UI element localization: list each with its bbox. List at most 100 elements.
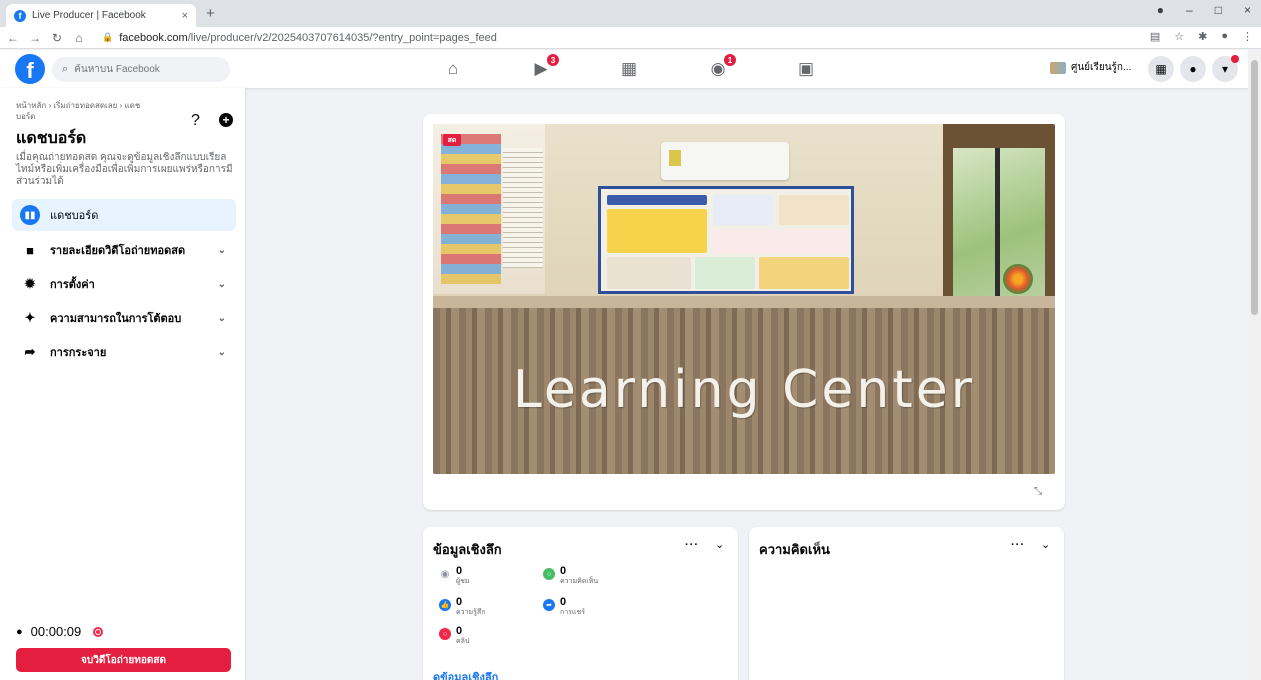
eye-icon: ◉ bbox=[439, 568, 451, 580]
page-profile-chip[interactable]: ศูนย์เรียนรู้ก... bbox=[1050, 60, 1131, 75]
sidebar-item-live-video-details[interactable]: ■ รายละเอียดวิดีโอถ่ายทอดสด ⌄ bbox=[12, 234, 236, 266]
back-arrow-icon[interactable]: ← bbox=[4, 31, 22, 45]
collapse-icon[interactable]: ⤡ bbox=[1034, 486, 1042, 497]
address-bar: ← → ↻ ⌂ 🔒 facebook.com /live/producer/v2… bbox=[0, 27, 1261, 49]
search-icon: ⌕ bbox=[62, 63, 69, 75]
bookmark-star-icon[interactable]: ☆ bbox=[1174, 30, 1184, 43]
facebook-logo-icon[interactable]: f bbox=[15, 54, 45, 84]
metric-viewers: ◉ 0 ผู้ชม bbox=[439, 565, 469, 587]
board-header bbox=[607, 195, 707, 205]
watch-notification-badge: 3 bbox=[547, 54, 559, 66]
timer-value: 00:00:09 bbox=[30, 624, 82, 639]
clock-icon: ● bbox=[16, 625, 23, 638]
sidebar-item-label: แดชบอร์ด bbox=[50, 210, 99, 222]
metric-reactions: 👍 0 ความรู้สึก bbox=[439, 596, 485, 618]
url-field[interactable]: 🔒 facebook.com /live/producer/v2/2025403… bbox=[102, 32, 497, 44]
chevron-down-icon: ⌄ bbox=[217, 244, 226, 256]
page-scrollbar[interactable] bbox=[1248, 50, 1261, 680]
url-path: /live/producer/v2/2025403707614035/?entr… bbox=[187, 31, 497, 44]
air-conditioner bbox=[661, 142, 789, 180]
video-preview-card: สด Learning Center ⤡ bbox=[423, 114, 1065, 510]
notifications-bell-icon[interactable]: ● bbox=[1180, 56, 1206, 82]
metric-label: ผู้ชม bbox=[456, 578, 470, 585]
sidebar-item-label: ความสามารถในการโต้ตอบ bbox=[50, 313, 182, 325]
facebook-favicon-icon: f bbox=[14, 9, 26, 22]
groups-nav-icon[interactable]: ◉ 1 bbox=[706, 54, 736, 80]
sidebar-item-settings[interactable]: ✹ การตั้งค่า ⌄ bbox=[12, 268, 236, 300]
watch-nav-icon[interactable]: ▶ 3 bbox=[529, 54, 559, 80]
metric-label: การแชร์ bbox=[560, 609, 585, 616]
video-camera-icon: ■ bbox=[26, 242, 34, 258]
board-poster bbox=[779, 195, 849, 225]
translate-icon[interactable]: ▤ bbox=[1150, 30, 1160, 43]
lock-icon: 🔒 bbox=[102, 32, 114, 42]
metric-comments: ○ 0 ความคิดเห็น bbox=[543, 565, 598, 587]
board-poster bbox=[713, 195, 773, 225]
view-insights-link[interactable]: ดูข้อมูลเชิงลึก bbox=[433, 668, 498, 680]
metric-value: 0 bbox=[560, 565, 567, 577]
maximize-button[interactable]: □ bbox=[1215, 3, 1222, 17]
marketplace-nav-icon[interactable]: ▦ bbox=[617, 58, 641, 80]
home-nav-icon[interactable]: ⌂ bbox=[441, 58, 465, 80]
reload-icon[interactable]: ↻ bbox=[48, 31, 66, 45]
window-frame bbox=[995, 148, 1000, 296]
sidebar-item-interactivity[interactable]: ✦ ความสามารถในการโต้ตอบ ⌄ bbox=[12, 302, 236, 334]
tab-title: Live Producer | Facebook bbox=[32, 10, 146, 21]
browser-toolbar-right: ▤ ☆ ✱ ● ⋮ bbox=[1150, 30, 1253, 43]
browser-tab[interactable]: f Live Producer | Facebook × bbox=[6, 4, 196, 27]
board-poster bbox=[607, 257, 691, 289]
sidebar-item-dashboard[interactable]: ▮▮ แดชบอร์ด bbox=[12, 199, 236, 231]
gaming-nav-icon[interactable]: ▣ bbox=[794, 58, 818, 80]
clip-icon: ○ bbox=[439, 628, 451, 640]
add-icon[interactable]: + bbox=[219, 113, 233, 127]
recording-indicator-icon bbox=[93, 626, 104, 637]
account-dropdown-icon[interactable]: ▾ bbox=[1212, 55, 1239, 82]
poster-text bbox=[503, 148, 543, 268]
minimize-button[interactable]: – bbox=[1186, 3, 1193, 17]
comments-card: ความคิดเห็น ··· ⌄ bbox=[749, 527, 1064, 680]
apps-menu-icon[interactable]: ▦ bbox=[1148, 56, 1174, 82]
more-options-icon[interactable]: ··· bbox=[1011, 539, 1025, 551]
forward-arrow-icon[interactable]: → bbox=[26, 31, 44, 45]
end-live-video-button[interactable]: จบวิดีโอถ่ายทอดสด bbox=[16, 648, 231, 672]
sidebar-item-label: รายละเอียดวิดีโอถ่ายทอดสด bbox=[50, 245, 186, 257]
breadcrumb[interactable]: หน้าหลัก › เริ่มถ่ายทอดสดเลย › แดชบอร์ด bbox=[16, 100, 156, 122]
help-icon[interactable]: ? bbox=[191, 112, 200, 130]
live-video-preview[interactable]: สด Learning Center bbox=[433, 124, 1055, 474]
home-icon[interactable]: ⌂ bbox=[70, 31, 88, 45]
notice-board bbox=[598, 186, 854, 294]
extensions-puzzle-icon[interactable]: ✱ bbox=[1198, 30, 1207, 43]
window bbox=[943, 124, 1055, 299]
search-box[interactable]: ⌕ bbox=[52, 57, 230, 82]
chevron-down-icon[interactable]: ⌄ bbox=[1041, 538, 1050, 551]
tab-close-icon[interactable]: × bbox=[182, 10, 188, 22]
wall-poster-left bbox=[433, 124, 545, 294]
chevron-down-icon: ⌄ bbox=[217, 346, 226, 358]
profile-icon[interactable]: ● bbox=[1157, 3, 1164, 17]
board-poster bbox=[695, 257, 755, 289]
comments-title: ความคิดเห็น bbox=[759, 542, 830, 557]
chevron-down-icon[interactable]: ⌄ bbox=[715, 538, 724, 551]
search-input[interactable] bbox=[74, 64, 205, 75]
more-options-icon[interactable]: ··· bbox=[685, 539, 699, 551]
browser-tab-strip: f Live Producer | Facebook × + ● – □ × bbox=[0, 0, 1261, 27]
metric-value: 0 bbox=[456, 565, 463, 577]
sidebar-item-distribution[interactable]: ➦ การกระจาย ⌄ bbox=[12, 336, 236, 368]
metric-value: 0 bbox=[456, 625, 463, 637]
close-window-button[interactable]: × bbox=[1244, 3, 1251, 17]
counter-sign-text: Learning Center bbox=[512, 360, 976, 420]
account-alert-dot bbox=[1231, 55, 1239, 63]
metric-clips: ○ 0 คลิป bbox=[439, 625, 469, 647]
metric-shares: ➦ 0 การแชร์ bbox=[543, 596, 585, 618]
groups-notification-badge: 1 bbox=[724, 54, 736, 66]
scrollbar-thumb[interactable] bbox=[1251, 60, 1258, 315]
browser-menu-icon[interactable]: ⋮ bbox=[1242, 30, 1253, 43]
metric-label: คลิป bbox=[456, 638, 470, 645]
profile-avatar-icon[interactable]: ● bbox=[1221, 30, 1228, 43]
share-icon: ➦ bbox=[543, 599, 555, 611]
page-avatar bbox=[1050, 61, 1066, 74]
chevron-down-icon: ⌄ bbox=[217, 312, 226, 324]
metric-label: ความรู้สึก bbox=[456, 609, 486, 616]
metric-value: 0 bbox=[456, 596, 463, 608]
new-tab-button[interactable]: + bbox=[206, 5, 215, 22]
